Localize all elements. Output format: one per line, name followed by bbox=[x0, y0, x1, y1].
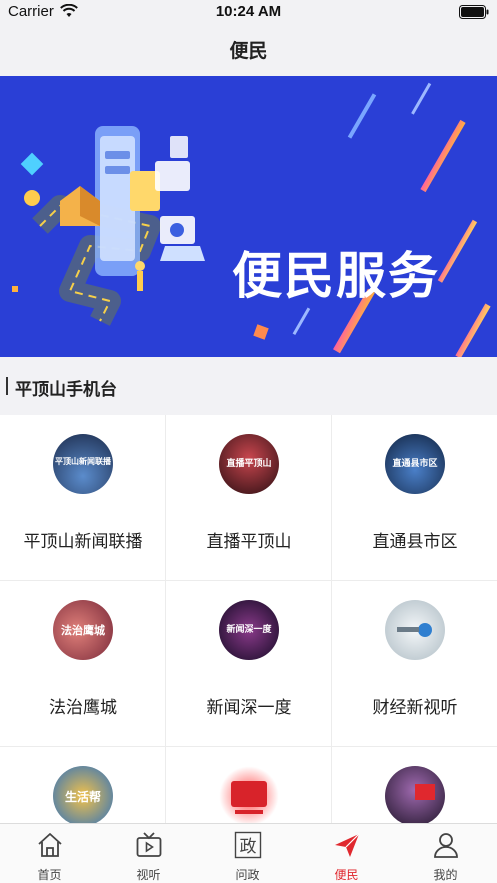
banner-title: 便民服务 bbox=[232, 247, 440, 305]
status-bar: Carrier 10:24 AM bbox=[0, 0, 497, 26]
banner-illustration bbox=[12, 82, 491, 357]
user-icon bbox=[432, 831, 460, 864]
tab-label: 首页 bbox=[37, 868, 62, 882]
channel-tile[interactable]: 直播平顶山 直播平顶山 bbox=[166, 415, 332, 581]
channel-label: 平顶山新闻联播 bbox=[23, 532, 143, 552]
channel-thumbnail: 新闻深一度 bbox=[219, 600, 279, 660]
tab-profile[interactable]: 我的 bbox=[396, 824, 497, 883]
banner-carousel[interactable]: 便民服务 bbox=[0, 76, 497, 357]
channel-tile[interactable] bbox=[332, 747, 497, 823]
tab-home[interactable]: 首页 bbox=[0, 824, 99, 883]
nav-bar: 便民 bbox=[0, 26, 497, 76]
paper-plane-icon bbox=[333, 831, 361, 864]
thumbnail-caption: 平顶山新闻联播 bbox=[55, 457, 111, 466]
channel-label: 财经新视听 bbox=[372, 698, 458, 718]
channel-thumbnail: 直播平顶山 bbox=[219, 434, 279, 494]
section-header: 平顶山手机台 bbox=[0, 357, 497, 415]
channel-thumbnail bbox=[385, 766, 445, 823]
thumbnail-caption: 直播平顶山 bbox=[226, 459, 272, 469]
tab-bar: 首页 视听 政 问政 便民 我的 bbox=[0, 823, 497, 883]
tab-video[interactable]: 视听 bbox=[99, 824, 198, 883]
channel-label: 直通县市区 bbox=[372, 532, 458, 552]
battery-icon bbox=[459, 5, 489, 24]
home-icon bbox=[36, 831, 64, 864]
thumbnail-caption: 法治鹰城 bbox=[61, 624, 105, 637]
channel-thumbnail bbox=[219, 766, 279, 823]
channel-thumbnail: 生活帮 bbox=[53, 766, 113, 823]
tab-label: 便民 bbox=[334, 868, 359, 882]
channel-label: 直播平顶山 bbox=[206, 532, 292, 552]
thumbnail-caption: 生活帮 bbox=[64, 790, 101, 804]
tv-icon bbox=[135, 831, 163, 864]
channel-tile[interactable] bbox=[166, 747, 332, 823]
tv-shape-icon bbox=[231, 781, 267, 814]
channel-tile[interactable]: 新闻深一度 新闻深一度 bbox=[166, 581, 332, 747]
tab-service[interactable]: 便民 bbox=[297, 824, 396, 883]
channel-label: 法治鹰城 bbox=[49, 698, 117, 718]
channel-tile[interactable]: 直通县市区 直通县市区 bbox=[332, 415, 497, 581]
channel-tile[interactable]: 生活帮 bbox=[0, 747, 166, 823]
channel-tile[interactable]: 平顶山新闻联播 平顶山新闻联播 bbox=[0, 415, 166, 581]
section-accent-bar bbox=[6, 377, 8, 395]
thumbnail-caption: 新闻深一度 bbox=[226, 625, 272, 635]
channel-tile[interactable]: 法治鹰城 法治鹰城 bbox=[0, 581, 166, 747]
status-time: 10:24 AM bbox=[215, 3, 282, 20]
zheng-icon: 政 bbox=[234, 831, 262, 864]
channel-thumbnail: 平顶山新闻联播 bbox=[53, 434, 113, 494]
channel-thumbnail: 直通县市区 bbox=[385, 434, 445, 494]
channel-thumbnail bbox=[385, 600, 445, 660]
zheng-glyph: 政 bbox=[240, 837, 257, 857]
channel-label: 新闻深一度 bbox=[206, 698, 292, 718]
tab-politics[interactable]: 政 问政 bbox=[198, 824, 297, 883]
tab-label: 视听 bbox=[136, 868, 161, 882]
thumbnail-caption: 直通县市区 bbox=[392, 459, 438, 469]
channel-grid: 平顶山新闻联播 平顶山新闻联播 直播平顶山 直播平顶山 直通县市区 直通县市区 … bbox=[0, 415, 497, 823]
globe-icon bbox=[397, 623, 432, 637]
section-title: 平顶山手机台 bbox=[15, 380, 117, 400]
badge-icon bbox=[415, 784, 435, 800]
page-title: 便民 bbox=[229, 40, 268, 62]
tab-label: 问政 bbox=[235, 868, 260, 882]
tab-label: 我的 bbox=[433, 868, 458, 882]
channel-tile[interactable]: 财经新视听 bbox=[332, 581, 497, 747]
channel-thumbnail: 法治鹰城 bbox=[53, 600, 113, 660]
